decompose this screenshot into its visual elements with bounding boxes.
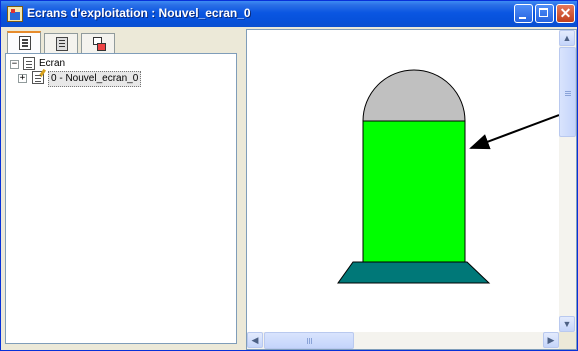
collapse-toggle[interactable]: − <box>10 60 19 69</box>
scroll-down-button[interactable]: ▼ <box>559 316 575 332</box>
tab-objects[interactable] <box>81 33 115 53</box>
silo-base <box>337 261 491 284</box>
pages-icon <box>19 36 31 50</box>
close-button[interactable]: ✕ <box>556 4 575 23</box>
pointer-arrow <box>469 114 559 150</box>
tree-item-label: 0 - Nouvel_ecran_0 <box>48 71 142 87</box>
silo-drawing <box>337 69 559 284</box>
maximize-button[interactable] <box>535 4 554 23</box>
main-window: Ecrans d'exploitation : Nouvel_ecran_0 ✕… <box>0 0 578 351</box>
tree-view[interactable]: − Ecran + 0 - Nouvel_ecran_0 <box>5 53 237 344</box>
grip-icon <box>565 91 571 92</box>
expand-toggle[interactable]: + <box>18 74 27 83</box>
tab-list[interactable] <box>44 33 78 53</box>
scroll-right-button[interactable]: ▶ <box>543 332 559 348</box>
list-icon <box>56 37 68 51</box>
window-title: Ecrans d'exploitation : Nouvel_ecran_0 <box>27 6 251 20</box>
horizontal-scrollbar[interactable]: ◀ ▶ <box>247 332 559 349</box>
silo-dome <box>362 69 466 122</box>
title-bar[interactable]: Ecrans d'exploitation : Nouvel_ecran_0 ✕ <box>1 1 577 27</box>
maximize-icon <box>539 8 548 17</box>
grip-icon <box>307 338 308 344</box>
vertical-scroll-thumb[interactable] <box>559 47 576 137</box>
close-icon: ✕ <box>559 5 572 21</box>
left-panel: − Ecran + 0 - Nouvel_ecran_0 <box>5 31 243 346</box>
scroll-left-button[interactable]: ◀ <box>247 332 263 348</box>
tree-item-ecran[interactable]: − Ecran <box>10 57 130 71</box>
tab-pages[interactable] <box>7 31 41 53</box>
edit-document-icon <box>32 71 44 84</box>
minimize-button[interactable] <box>514 4 533 23</box>
scroll-up-button[interactable]: ▲ <box>559 30 575 46</box>
tree-item-nouvel-ecran[interactable]: + 0 - Nouvel_ecran_0 <box>10 71 210 87</box>
objects-icon <box>93 37 106 51</box>
scrollbar-corner <box>559 332 576 349</box>
minimize-icon <box>519 17 526 19</box>
drawing-canvas[interactable]: ▲ ▼ ◀ ▶ <box>246 29 577 350</box>
silo-body <box>362 120 466 263</box>
horizontal-scroll-thumb[interactable] <box>264 332 354 349</box>
document-icon <box>23 57 35 70</box>
app-icon <box>7 6 23 22</box>
vertical-scrollbar[interactable]: ▲ ▼ <box>559 30 576 333</box>
